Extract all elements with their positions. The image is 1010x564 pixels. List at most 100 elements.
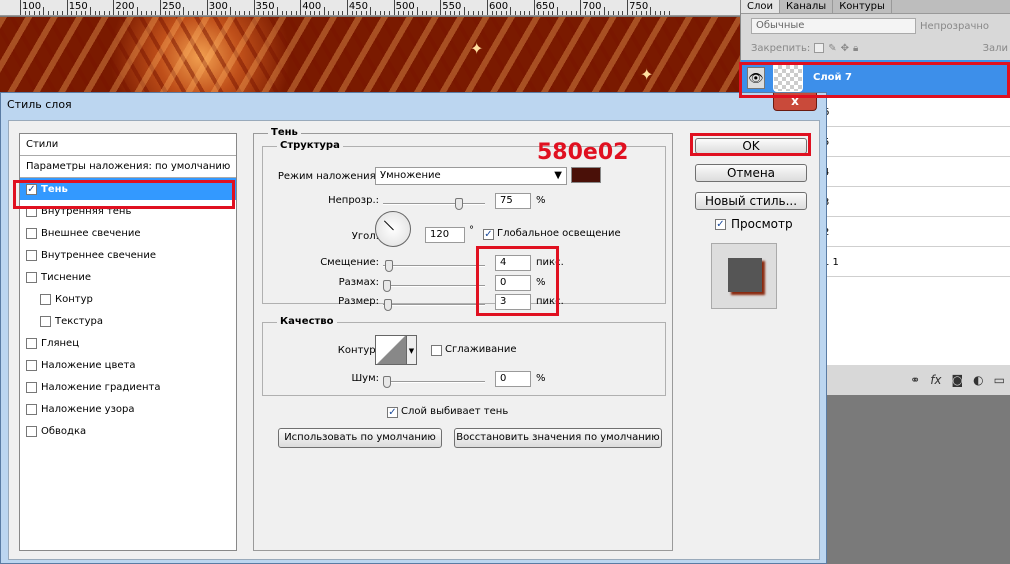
opacity-input[interactable]: 75: [495, 193, 531, 209]
style-item[interactable]: Наложение градиента: [20, 376, 236, 398]
ruler-tick: [216, 11, 218, 15]
size-input[interactable]: 3: [495, 294, 531, 310]
tab-layers[interactable]: Слои: [741, 0, 780, 13]
ruler-tick: [655, 11, 657, 15]
style-item[interactable]: Внутреннее свечение: [20, 244, 236, 266]
spread-slider[interactable]: [383, 280, 485, 292]
ruler-tick: [463, 7, 465, 15]
blend-mode-select[interactable]: Умножение ▼: [375, 167, 567, 185]
preview-checkbox[interactable]: [715, 219, 726, 230]
style-label: Внутренняя тень: [41, 205, 132, 217]
size-slider-thumb[interactable]: [384, 299, 392, 311]
style-checkbox[interactable]: [40, 315, 51, 327]
make-default-button[interactable]: Использовать по умолчанию: [278, 428, 442, 448]
document-canvas[interactable]: ✦ ✦: [0, 17, 740, 97]
style-item[interactable]: Наложение цвета: [20, 354, 236, 376]
spread-slider-thumb[interactable]: [383, 280, 391, 292]
style-item[interactable]: Текстура: [20, 310, 236, 332]
layer-row-selected[interactable]: 👁︎ Слой 7: [741, 60, 1010, 96]
ok-button[interactable]: OK: [695, 138, 807, 154]
shadow-color-swatch[interactable]: [571, 167, 601, 183]
ruler-tick: [645, 11, 647, 15]
opacity-slider[interactable]: [383, 198, 485, 210]
new-style-button[interactable]: Новый стиль...: [695, 192, 807, 210]
lock-all-icon[interactable]: 🔒︎: [853, 43, 858, 54]
angle-dial[interactable]: [375, 211, 411, 247]
fx-icon[interactable]: fx: [930, 373, 941, 387]
style-item[interactable]: Тиснение: [20, 266, 236, 288]
cancel-button[interactable]: Отмена: [695, 164, 807, 182]
blending-options-item[interactable]: Параметры наложения: по умолчанию: [20, 156, 236, 178]
opacity-slider-thumb[interactable]: [455, 198, 463, 210]
tab-channels[interactable]: Каналы: [780, 0, 834, 13]
style-checkbox[interactable]: [26, 227, 37, 239]
drop-shadow-panel: Тень Структура Режим наложения: Умножени…: [253, 127, 673, 551]
folder-icon[interactable]: ▭: [994, 373, 1005, 387]
ruler-tick: [323, 7, 325, 15]
close-button[interactable]: x: [773, 93, 817, 111]
style-checkbox[interactable]: [26, 271, 37, 283]
style-checkbox[interactable]: [26, 249, 37, 261]
distance-input[interactable]: 4: [495, 255, 531, 271]
size-unit: пикс.: [536, 296, 564, 307]
style-item[interactable]: Тень: [20, 178, 236, 200]
style-checkbox[interactable]: [26, 359, 37, 371]
size-slider[interactable]: [383, 299, 485, 311]
layer-opacity-label: Непрозрачно: [920, 20, 990, 32]
style-item[interactable]: Наложение узора: [20, 398, 236, 420]
distance-slider-thumb[interactable]: [385, 260, 393, 272]
ruler-tick: [659, 11, 661, 15]
noise-slider-thumb[interactable]: [383, 376, 391, 388]
preview-label: Просмотр: [731, 217, 793, 231]
ruler-tick: [613, 11, 615, 15]
style-checkbox[interactable]: [26, 183, 37, 195]
knockout-checkbox[interactable]: [387, 407, 398, 418]
ruler-tick: [309, 11, 311, 15]
angle-input[interactable]: 120: [425, 227, 465, 243]
reset-default-button[interactable]: Восстановить значения по умолчанию: [454, 428, 662, 448]
ruler-tick: [510, 7, 512, 15]
style-checkbox[interactable]: [26, 337, 37, 349]
noise-slider[interactable]: [383, 376, 485, 388]
ruler-tick: [412, 11, 414, 15]
style-checkbox[interactable]: [26, 381, 37, 393]
spread-input[interactable]: 0: [495, 275, 531, 291]
layer-blend-mode-select[interactable]: Обычные: [751, 18, 916, 34]
structure-title: Структура: [277, 140, 343, 151]
style-checkbox[interactable]: [26, 425, 37, 437]
antialias-checkbox[interactable]: [431, 345, 442, 356]
style-item[interactable]: Глянец: [20, 332, 236, 354]
contour-preview[interactable]: [375, 335, 407, 365]
style-checkbox[interactable]: [40, 293, 51, 305]
ruler-tick: [496, 11, 498, 15]
ruler-tick: [557, 7, 559, 15]
style-checkbox[interactable]: [26, 403, 37, 415]
ruler-tick: [416, 7, 418, 15]
ruler-tick: [472, 11, 474, 15]
ruler-tick: [365, 11, 367, 15]
distance-slider[interactable]: [383, 260, 485, 272]
style-checkbox[interactable]: [26, 205, 37, 217]
mask-icon[interactable]: ◙: [952, 373, 964, 387]
style-item[interactable]: Внутренняя тень: [20, 200, 236, 222]
style-item[interactable]: Обводка: [20, 420, 236, 442]
eye-icon[interactable]: 👁︎: [747, 67, 765, 89]
noise-input[interactable]: 0: [495, 371, 531, 387]
style-item[interactable]: Контур: [20, 288, 236, 310]
styles-header[interactable]: Стили: [20, 134, 236, 156]
lock-position-icon[interactable]: ✥: [841, 43, 849, 54]
annotation-code: 580e02: [537, 140, 629, 165]
chevron-down-icon[interactable]: ▼: [407, 335, 417, 365]
spread-unit: %: [536, 277, 546, 288]
ruler-tick: [402, 11, 404, 15]
tab-paths[interactable]: Контуры: [833, 0, 892, 13]
style-item[interactable]: Внешнее свечение: [20, 222, 236, 244]
global-light-checkbox[interactable]: [483, 229, 494, 240]
adjustment-icon[interactable]: ◐: [973, 373, 983, 387]
ruler-tick: [150, 11, 152, 15]
link-icon[interactable]: ⚭: [910, 373, 920, 387]
lock-transparency-icon[interactable]: [814, 43, 825, 53]
lock-pixels-icon[interactable]: ✎: [828, 43, 836, 54]
ruler-tick: [108, 11, 110, 15]
ruler-tick: [286, 11, 288, 15]
